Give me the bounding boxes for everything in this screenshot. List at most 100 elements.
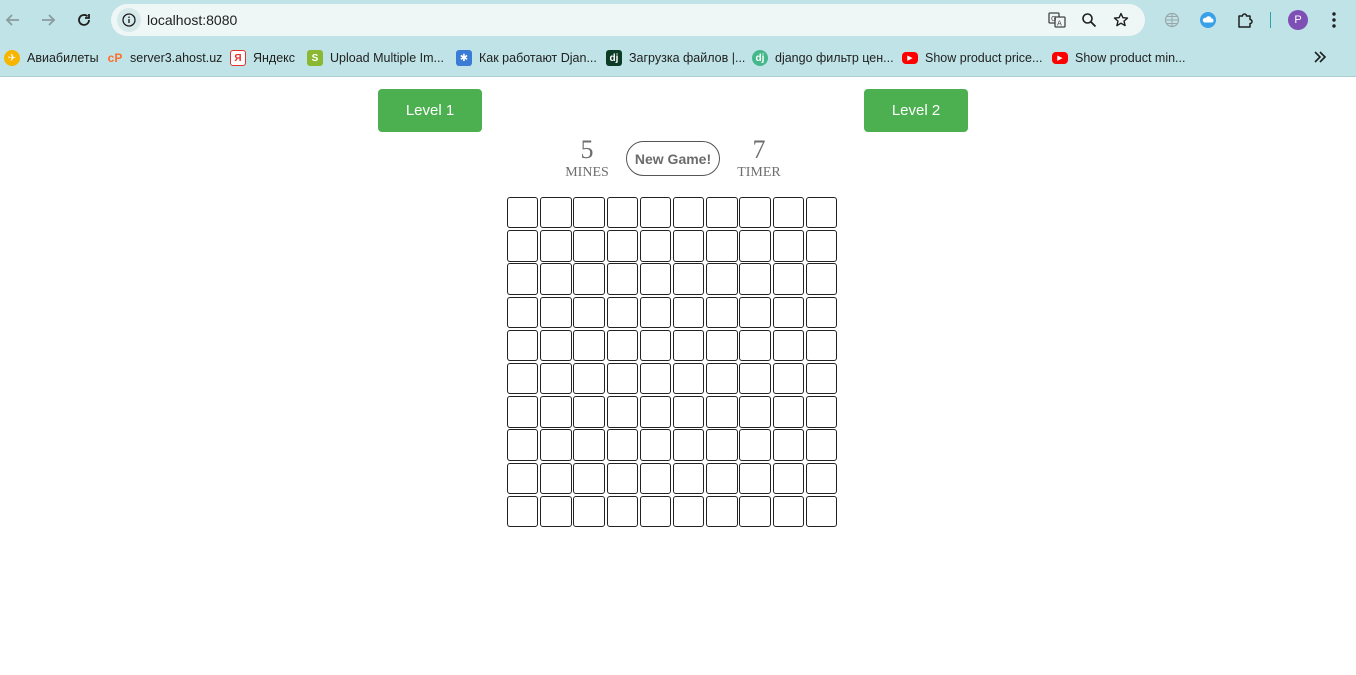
bookmarks-overflow-chevron-icon[interactable]: [1309, 46, 1331, 68]
board-cell[interactable]: [739, 495, 771, 528]
back-icon[interactable]: [1, 8, 25, 32]
board-cell[interactable]: [805, 329, 838, 362]
board-cell[interactable]: [739, 429, 771, 461]
board-cell[interactable]: [639, 197, 672, 229]
board-cell[interactable]: [805, 462, 838, 494]
board-cell[interactable]: [739, 263, 771, 295]
board-cell[interactable]: [507, 396, 539, 428]
board-cell[interactable]: [606, 396, 638, 428]
profile-avatar[interactable]: P: [1288, 10, 1308, 30]
board-cell[interactable]: [739, 230, 771, 262]
extensions-puzzle-icon[interactable]: [1233, 8, 1257, 32]
board-cell[interactable]: [639, 396, 672, 428]
board-cell[interactable]: [573, 429, 605, 461]
board-cell[interactable]: [507, 362, 539, 395]
board-cell[interactable]: [739, 362, 771, 395]
bookmark-yandex[interactable]: Я Яндекс: [230, 48, 295, 68]
board-cell[interactable]: [772, 296, 804, 328]
board-cell[interactable]: [706, 263, 738, 295]
board-cell[interactable]: [772, 429, 804, 461]
board-cell[interactable]: [739, 396, 771, 428]
bookmark-zagruzka-failov[interactable]: dj Загрузка файлов |...: [606, 48, 745, 68]
board-cell[interactable]: [805, 197, 838, 229]
board-cell[interactable]: [606, 329, 638, 362]
board-cell[interactable]: [739, 296, 771, 328]
board-cell[interactable]: [706, 495, 738, 528]
level-1-button[interactable]: Level 1: [378, 89, 482, 132]
forward-icon[interactable]: [36, 8, 60, 32]
board-cell[interactable]: [772, 230, 804, 262]
board-cell[interactable]: [540, 197, 572, 229]
board-cell[interactable]: [540, 329, 572, 362]
board-cell[interactable]: [672, 362, 705, 395]
board-cell[interactable]: [706, 429, 738, 461]
board-cell[interactable]: [805, 230, 838, 262]
board-cell[interactable]: [805, 362, 838, 395]
board-cell[interactable]: [573, 263, 605, 295]
site-info-icon[interactable]: [117, 8, 141, 32]
board-cell[interactable]: [772, 329, 804, 362]
bookmark-django-filter[interactable]: dj django фильтр цен...: [752, 48, 894, 68]
board-cell[interactable]: [507, 230, 539, 262]
board-cell[interactable]: [573, 296, 605, 328]
board-cell[interactable]: [739, 462, 771, 494]
board-cell[interactable]: [772, 197, 804, 229]
globe-extension-icon[interactable]: [1160, 8, 1184, 32]
board-cell[interactable]: [507, 329, 539, 362]
board-cell[interactable]: [672, 263, 705, 295]
board-cell[interactable]: [772, 495, 804, 528]
board-cell[interactable]: [672, 197, 705, 229]
translate-icon[interactable]: GA: [1047, 10, 1067, 30]
board-cell[interactable]: [706, 362, 738, 395]
board-cell[interactable]: [540, 396, 572, 428]
board-cell[interactable]: [573, 329, 605, 362]
board-cell[interactable]: [805, 396, 838, 428]
board-cell[interactable]: [706, 197, 738, 229]
board-cell[interactable]: [639, 230, 672, 262]
board-cell[interactable]: [639, 362, 672, 395]
board-cell[interactable]: [606, 429, 638, 461]
menu-kebab-icon[interactable]: [1322, 8, 1346, 32]
board-cell[interactable]: [672, 230, 705, 262]
board-cell[interactable]: [706, 329, 738, 362]
board-cell[interactable]: [639, 495, 672, 528]
board-cell[interactable]: [606, 495, 638, 528]
level-2-button[interactable]: Level 2: [864, 89, 968, 132]
zoom-icon[interactable]: [1079, 10, 1099, 30]
board-cell[interactable]: [772, 263, 804, 295]
bookmark-kak-rabotayut-django[interactable]: ✱ Как работают Djan...: [456, 48, 597, 68]
board-cell[interactable]: [805, 429, 838, 461]
board-cell[interactable]: [706, 230, 738, 262]
board-cell[interactable]: [772, 396, 804, 428]
board-cell[interactable]: [805, 495, 838, 528]
board-cell[interactable]: [507, 462, 539, 494]
board-cell[interactable]: [573, 362, 605, 395]
board-cell[interactable]: [507, 263, 539, 295]
board-cell[interactable]: [540, 462, 572, 494]
bookmark-upload-multiple[interactable]: S Upload Multiple Im...: [307, 48, 444, 68]
board-cell[interactable]: [606, 296, 638, 328]
board-cell[interactable]: [672, 329, 705, 362]
new-game-button[interactable]: New Game!: [626, 141, 720, 176]
board-cell[interactable]: [606, 462, 638, 494]
bookmark-aviabilety[interactable]: ✈ Авиабилеты: [4, 48, 99, 68]
board-cell[interactable]: [573, 230, 605, 262]
board-cell[interactable]: [672, 495, 705, 528]
board-cell[interactable]: [706, 296, 738, 328]
board-cell[interactable]: [573, 462, 605, 494]
reload-icon[interactable]: [72, 8, 96, 32]
board-cell[interactable]: [706, 462, 738, 494]
board-cell[interactable]: [706, 396, 738, 428]
board-cell[interactable]: [672, 429, 705, 461]
board-cell[interactable]: [772, 462, 804, 494]
bookmark-server3[interactable]: cP server3.ahost.uz: [107, 48, 223, 68]
board-cell[interactable]: [606, 197, 638, 229]
board-cell[interactable]: [507, 197, 539, 229]
address-bar[interactable]: localhost:8080 GA: [111, 4, 1145, 36]
bookmark-show-product-price[interactable]: ▶ Show product price...: [902, 48, 1042, 68]
board-cell[interactable]: [672, 462, 705, 494]
board-cell[interactable]: [540, 296, 572, 328]
board-cell[interactable]: [606, 230, 638, 262]
board-cell[interactable]: [606, 263, 638, 295]
board-cell[interactable]: [573, 396, 605, 428]
